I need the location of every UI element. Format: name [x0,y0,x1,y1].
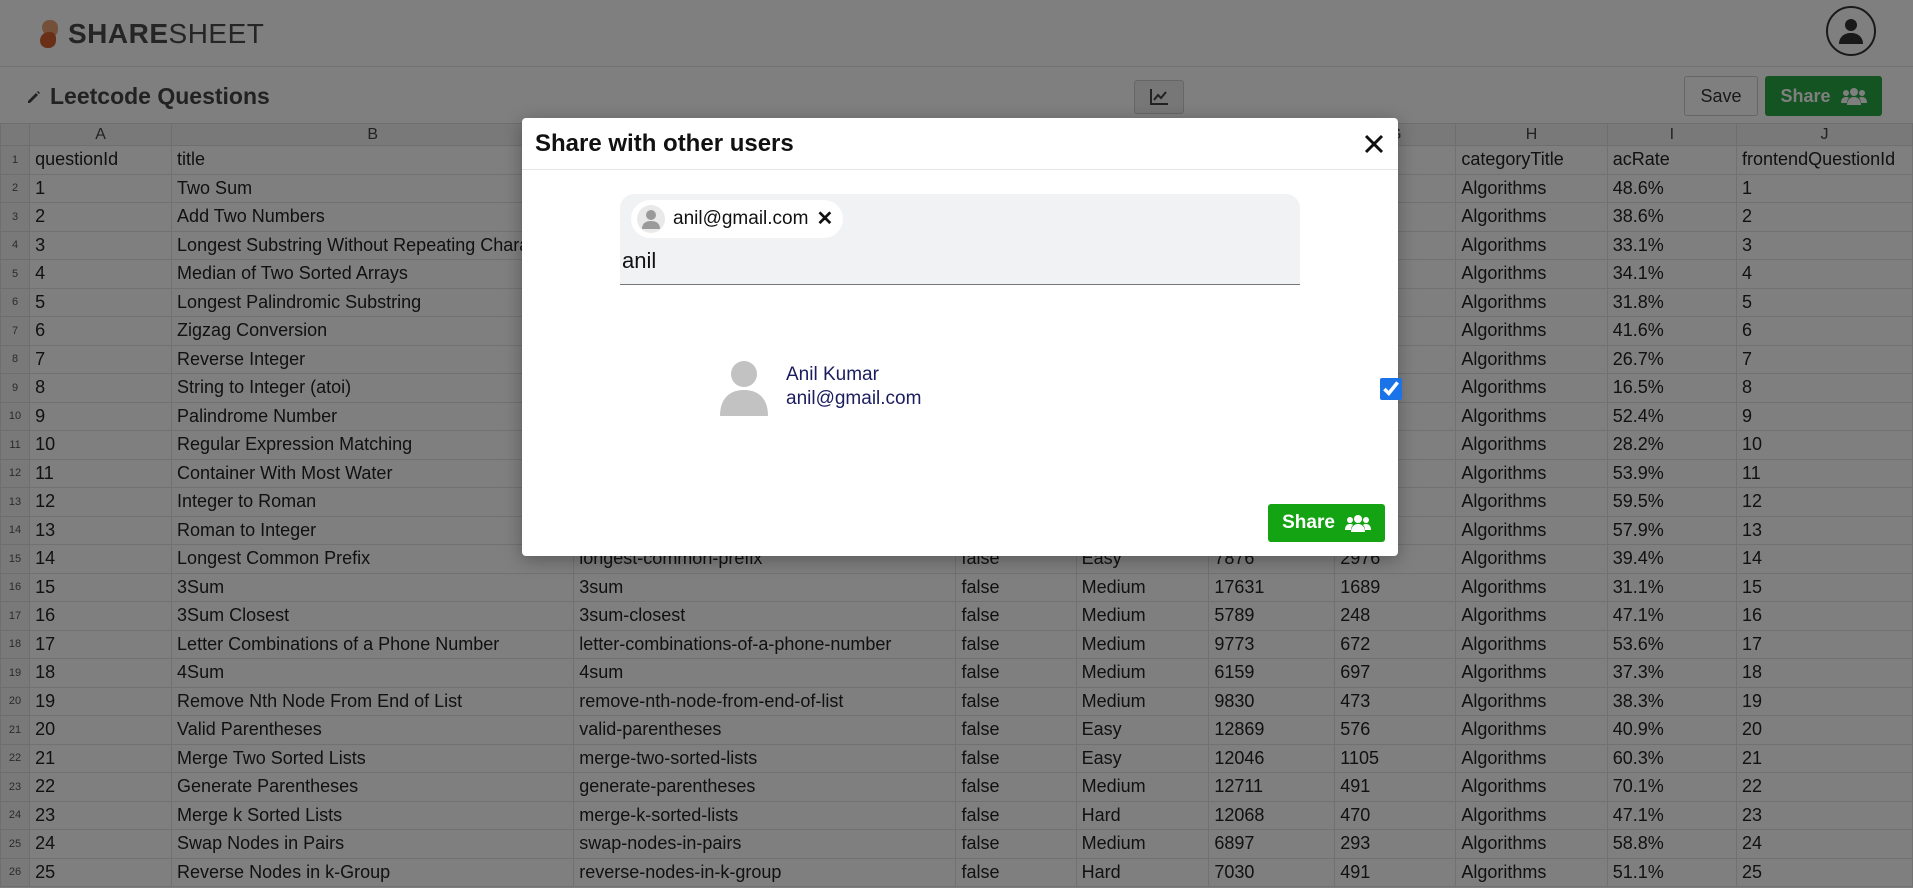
chip-user-icon [637,205,665,233]
user-name: Anil Kumar [786,364,879,385]
share-confirm-button[interactable]: Share [1268,504,1385,542]
user-email: anil@gmail.com [786,388,922,409]
user-avatar-icon [718,360,770,416]
recipient-chip-label: anil@gmail.com [673,208,809,229]
app-root: SHARESHEET Leetcode Questions Save Share… [0,0,1913,888]
share-dialog-header: Share with other users [522,118,1398,170]
close-icon [1364,134,1384,154]
share-dialog-title: Share with other users [535,130,794,157]
close-dialog-button[interactable] [1360,130,1388,158]
recipient-chip: anil@gmail.com ✕ [631,200,844,238]
select-user-checkbox[interactable] [1380,378,1402,400]
remove-recipient-button[interactable]: ✕ [816,209,833,229]
user-search-input[interactable] [622,244,1292,278]
share-dialog: Share with other users anil@gmail.com ✕ … [522,118,1402,556]
user-result-row[interactable]: Anil Kumar anil@gmail.com [718,358,1402,418]
users-icon [1344,515,1371,532]
share-recipients-field[interactable]: anil@gmail.com ✕ [620,194,1300,285]
share-confirm-label: Share [1282,512,1335,533]
